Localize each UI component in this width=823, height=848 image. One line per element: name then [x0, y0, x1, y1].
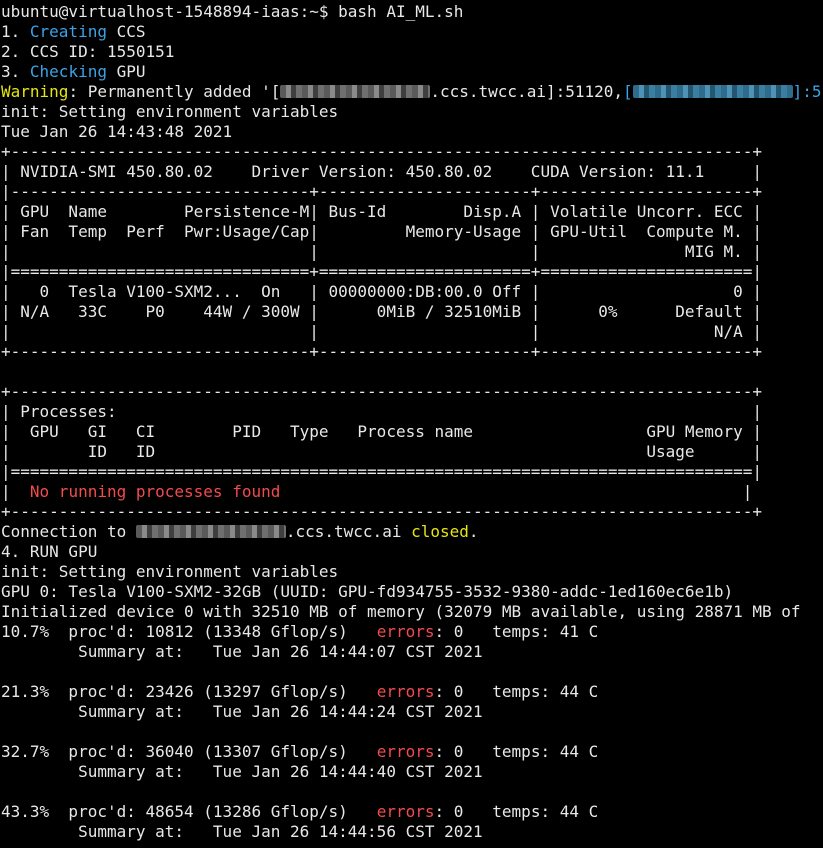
- init-line-1: init: Setting environment variables: [1, 102, 339, 121]
- date-line: Tue Jan 26 14:43:48 2021: [1, 122, 233, 141]
- summary-line: Summary at: Tue Jan 26 14:44:24 CST 2021: [1, 702, 483, 721]
- gpu-info-line: GPU 0: Tesla V100-SXM2-32GB (UUID: GPU-f…: [1, 582, 734, 601]
- initialized-line: Initialized device 0 with 32510 MB of me…: [1, 602, 801, 621]
- redacted-hostname: [135, 525, 286, 538]
- no-processes-line: | No running processes found |: [1, 482, 753, 501]
- errors-label: errors: [376, 622, 435, 641]
- step-checking-gpu: 3. Checking GPU: [1, 62, 146, 81]
- errors-label: errors: [376, 802, 435, 821]
- init-line-2: init: Setting environment variables: [1, 562, 339, 581]
- nvsmi-row: | NVIDIA-SMI 450.80.02 Driver Version: 4…: [1, 162, 762, 181]
- terminal-window[interactable]: ubuntu@virtualhost-1548894-iaas:~$ bash …: [0, 0, 823, 848]
- nvsmi-row: +-------------------------------+-------…: [1, 342, 762, 361]
- nvsmi-row: +---------------------------------------…: [1, 502, 762, 521]
- closed-word: closed: [411, 522, 469, 541]
- creating-word: Creating: [29, 22, 107, 41]
- errors-label: errors: [376, 682, 435, 701]
- nvsmi-row: | Processes: |: [1, 402, 762, 421]
- nvsmi-row: | GPU GI CI PID Type Process name GPU Me…: [1, 422, 762, 441]
- redacted-ip: [632, 85, 793, 98]
- nvsmi-row: |===============================+=======…: [1, 262, 762, 281]
- nvsmi-row: | ID ID Usage |: [1, 442, 762, 461]
- step-creating-ccs: 1. Creating CCS: [1, 22, 146, 41]
- nvsmi-row: | Fan Temp Perf Pwr:Usage/Cap| Memory-Us…: [1, 222, 762, 241]
- nvsmi-row: | GPU Name Persistence-M| Bus-Id Disp.A …: [1, 202, 762, 221]
- progress-line: 43.3% proc'd: 48654 (13286 Gflop/s) erro…: [1, 802, 599, 821]
- progress-line: 32.7% proc'd: 36040 (13307 Gflop/s) erro…: [1, 742, 599, 761]
- nvsmi-row: | N/A 33C P0 44W / 300W | 0MiB / 32510Mi…: [1, 302, 762, 321]
- nvsmi-row: | 0 Tesla V100-SXM2... On | 00000000:DB:…: [1, 282, 762, 301]
- step-ccs-id: 2. CCS ID: 1550151: [1, 42, 175, 61]
- no-processes-text: No running processes found: [29, 482, 281, 501]
- nvsmi-row: |=======================================…: [1, 462, 762, 481]
- redacted-hostname: [280, 85, 431, 98]
- checking-word: Checking: [29, 62, 107, 81]
- summary-line: Summary at: Tue Jan 26 14:44:40 CST 2021: [1, 762, 483, 781]
- warning-label: Warning: [1, 82, 69, 101]
- nvsmi-row: +---------------------------------------…: [1, 142, 762, 161]
- nvsmi-row: | | | MIG M. |: [1, 242, 762, 261]
- summary-line: Summary at: Tue Jan 26 14:44:56 CST 2021: [1, 822, 483, 841]
- nvsmi-row: +---------------------------------------…: [1, 382, 762, 401]
- nvsmi-row: | | | N/A |: [1, 322, 762, 341]
- warning-line: Warning: Permanently added '[.ccs.twcc.a…: [1, 82, 822, 101]
- nvsmi-row: |-------------------------------+-------…: [1, 182, 762, 201]
- errors-label: errors: [376, 742, 435, 761]
- progress-line: 10.7% proc'd: 10812 (13348 Gflop/s) erro…: [1, 622, 599, 641]
- progress-line: 21.3% proc'd: 23426 (13297 Gflop/s) erro…: [1, 682, 599, 701]
- connection-closed-line: Connection to .ccs.twcc.ai closed.: [1, 522, 479, 541]
- shell-prompt-line: ubuntu@virtualhost-1548894-iaas:~$ bash …: [1, 2, 464, 21]
- summary-line: Summary at: Tue Jan 26 14:44:07 CST 2021: [1, 642, 483, 661]
- nvsmi-row: [0, 362, 823, 382]
- run-gpu-line: 4. RUN GPU: [1, 542, 98, 561]
